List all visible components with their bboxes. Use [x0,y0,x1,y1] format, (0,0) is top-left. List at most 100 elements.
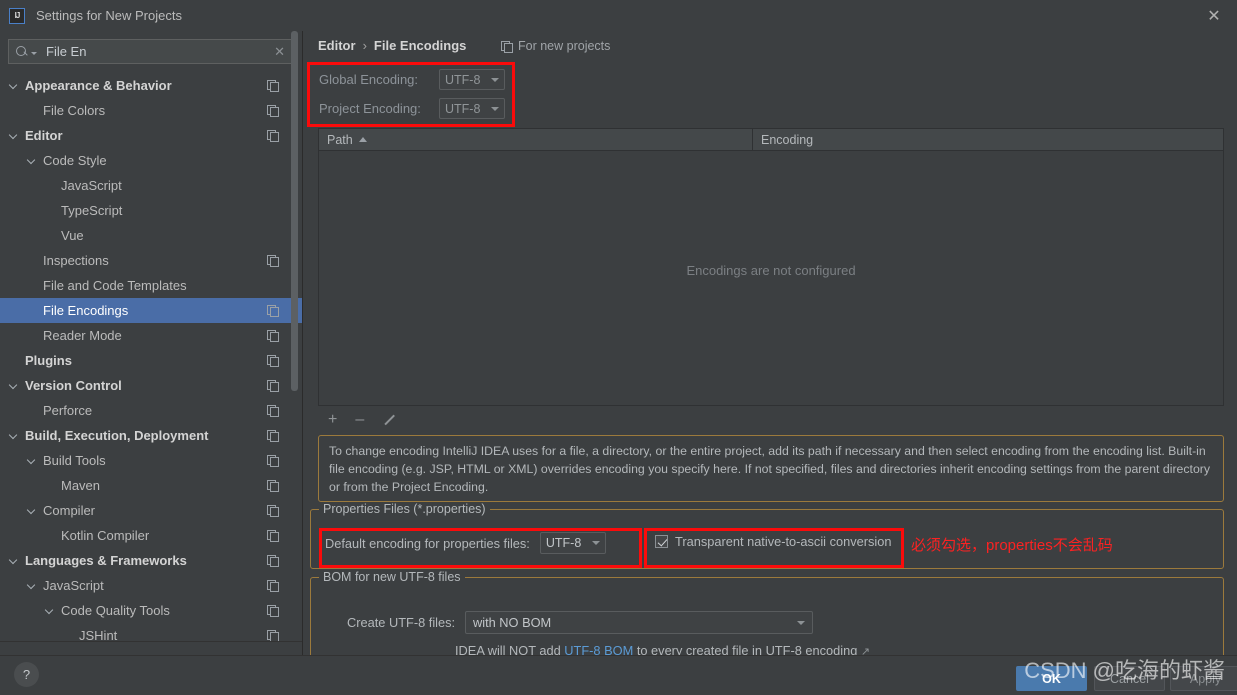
copy-icon[interactable] [267,505,279,517]
sidebar-item-label: Code Quality Tools [61,603,170,618]
chevron-down-icon[interactable] [10,131,19,140]
sidebar-item-javascript[interactable]: JavaScript [0,173,302,198]
close-icon[interactable]: ✕ [1191,0,1237,31]
sidebar-item-label: Plugins [25,353,72,368]
copy-icon[interactable] [267,255,279,267]
copy-icon[interactable] [267,580,279,592]
sidebar-item-code-style[interactable]: Code Style [0,148,302,173]
sidebar-item-compiler[interactable]: Compiler [0,498,302,523]
settings-tree: Appearance & Behavior File Colors Editor Co… [0,73,302,648]
sidebar-item-typescript[interactable]: TypeScript [0,198,302,223]
chevron-down-icon[interactable] [10,431,19,440]
sidebar-item-plugins[interactable]: Plugins [0,348,302,373]
dialog-footer: ? OK Cancel Apply CSDN @吃海的虾酱 [0,655,1237,695]
properties-files-section: Properties Files (*.properties) Default … [310,502,1224,569]
search-container: File En ✕ [0,31,302,64]
copy-icon [501,40,513,53]
sidebar-item-file-colors[interactable]: File Colors [0,98,302,123]
copy-icon[interactable] [267,130,279,142]
copy-icon[interactable] [267,355,279,367]
chevron-down-icon[interactable] [10,556,19,565]
sidebar-item-label: File Colors [43,103,106,118]
breadcrumb: Editor › File Encodings [318,38,466,53]
chevron-down-icon[interactable] [28,456,37,465]
sidebar-item-inspections[interactable]: Inspections [0,248,302,273]
sidebar-item-label: Inspections [43,253,109,268]
global-encoding-label: Global Encoding: [319,72,419,87]
chevron-down-icon[interactable] [10,381,19,390]
sidebar-item-editor[interactable]: Editor [0,123,302,148]
copy-icon[interactable] [267,530,279,542]
remove-button[interactable]: – [355,412,364,428]
table-body: Encodings are not configured [319,151,1223,406]
sidebar-item-file-encodings[interactable]: File Encodings [0,298,302,323]
sidebar-item-build-execution-deployment[interactable]: Build, Execution, Deployment [0,423,302,448]
sidebar-item-file-and-code-templates[interactable]: File and Code Templates [0,273,302,298]
chevron-down-icon[interactable] [10,81,19,90]
default-properties-encoding-dropdown[interactable]: UTF-8 [539,532,606,554]
clear-search-icon[interactable]: ✕ [274,44,285,60]
copy-icon[interactable] [267,630,279,642]
copy-icon[interactable] [267,555,279,567]
global-encoding-dropdown[interactable]: UTF-8 [439,69,505,90]
ok-button[interactable]: OK [1016,666,1087,691]
edit-pencil-icon[interactable] [382,414,395,427]
copy-icon[interactable] [267,80,279,92]
create-utf8-files-dropdown[interactable]: with NO BOM [465,611,813,634]
sidebar-item-vue[interactable]: Vue [0,223,302,248]
sidebar-item-label: Editor [25,128,63,143]
encoding-settings-block: Global Encoding: UTF-8 Project Encoding:… [310,65,514,123]
sidebar-item-appearance-behavior[interactable]: Appearance & Behavior [0,73,302,98]
sidebar-item-maven[interactable]: Maven [0,473,302,498]
copy-icon[interactable] [267,305,279,317]
default-properties-encoding-value: UTF-8 [545,536,582,550]
add-button[interactable]: + [328,412,337,428]
table-toolbar: + – [318,412,395,428]
sidebar-item-label: Build Tools [43,453,106,468]
sidebar-item-kotlin-compiler[interactable]: Kotlin Compiler [0,523,302,548]
sidebar-scrollbar[interactable] [291,31,298,391]
sidebar-item-perforce[interactable]: Perforce [0,398,302,423]
copy-icon[interactable] [267,480,279,492]
cancel-button[interactable]: Cancel [1094,666,1165,691]
copy-icon[interactable] [267,405,279,417]
sidebar-item-label: File Encodings [43,303,129,318]
chevron-down-icon[interactable] [28,581,37,590]
copy-icon[interactable] [267,455,279,467]
help-button[interactable]: ? [14,662,39,687]
sidebar-item-label: JavaScript [43,578,104,593]
sidebar-item-reader-mode[interactable]: Reader Mode [0,323,302,348]
chevron-down-icon[interactable] [28,156,37,165]
sidebar-item-label: Maven [61,478,101,493]
copy-icon[interactable] [267,605,279,617]
settings-content: Editor › File Encodings For new projects… [304,31,1237,677]
copy-icon[interactable] [267,105,279,117]
default-properties-encoding-row: Default encoding for properties files: U… [325,532,606,554]
sidebar-item-code-quality-tools[interactable]: Code Quality Tools [0,598,302,623]
breadcrumb-parent[interactable]: Editor [318,38,356,53]
table-column-encoding-label: Encoding [761,132,814,147]
copy-icon[interactable] [267,330,279,342]
sidebar-item-languages-frameworks[interactable]: Languages & Frameworks [0,548,302,573]
chevron-down-icon [591,541,600,545]
project-encoding-dropdown[interactable]: UTF-8 [439,98,505,119]
copy-icon[interactable] [267,380,279,392]
copy-icon[interactable] [267,430,279,442]
sidebar-item-javascript[interactable]: JavaScript [0,573,302,598]
search-value: File En [46,44,87,59]
sidebar-item-build-tools[interactable]: Build Tools [0,448,302,473]
chevron-down-icon[interactable] [46,606,55,615]
chevron-down-icon[interactable] [28,506,37,515]
transparent-conversion-row[interactable]: Transparent native-to-ascii conversion [655,534,891,549]
sidebar-item-version-control[interactable]: Version Control [0,373,302,398]
chevron-down-icon [797,620,805,625]
intellij-logo-icon: IJ [9,7,25,24]
apply-button[interactable]: Apply [1170,666,1237,691]
table-column-encoding[interactable]: Encoding [753,129,1223,150]
table-empty-message: Encodings are not configured [686,263,856,278]
search-input[interactable]: File En ✕ [8,39,294,64]
table-column-path[interactable]: Path [319,129,753,150]
transparent-conversion-checkbox[interactable] [655,535,668,548]
